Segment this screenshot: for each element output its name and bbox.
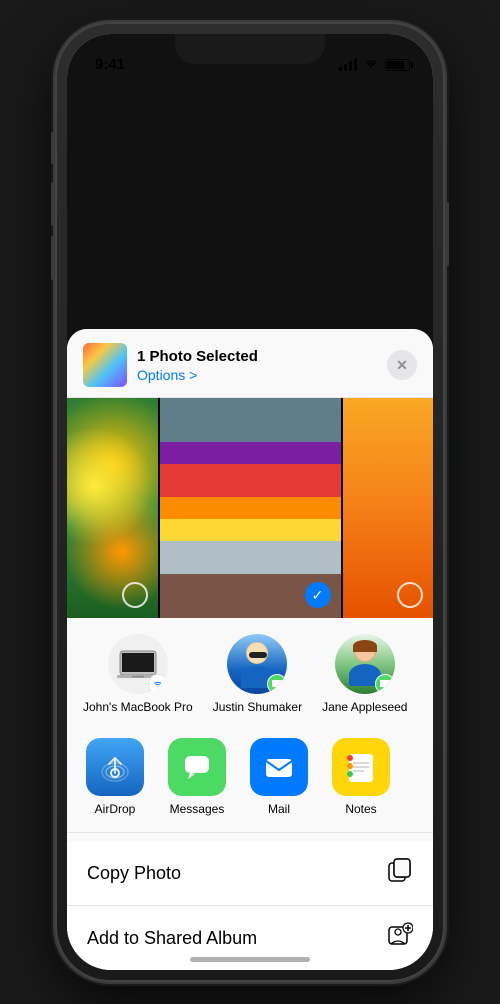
action-rows: Copy Photo Add to Shared Album (67, 841, 433, 970)
phone-frame: 9:41 (55, 22, 445, 982)
contact-macbook-pro[interactable]: John's MacBook Pro (83, 634, 193, 716)
status-icons (339, 57, 413, 72)
shared-album-icon-svg (387, 922, 413, 948)
silent-button[interactable] (51, 132, 55, 164)
messages-label: Messages (170, 802, 225, 816)
wifi-small-icon (152, 679, 164, 689)
photo-gallery: ✓ (67, 398, 433, 618)
airdrop-icon-svg (98, 750, 132, 784)
justin-name: Justin Shumaker (213, 700, 302, 716)
battery-icon (385, 59, 413, 71)
photo-item-flowers[interactable] (67, 398, 158, 618)
phone-screen: 9:41 (67, 34, 433, 970)
copy-photo-row[interactable]: Copy Photo (67, 841, 433, 906)
header-left: 1 Photo Selected Options > (83, 343, 258, 387)
header-title: 1 Photo Selected (137, 348, 258, 365)
app-mail[interactable]: Mail (247, 738, 311, 816)
jane-avatar (335, 634, 395, 694)
jane-message-badge (375, 674, 395, 694)
justin-avatar (227, 634, 287, 694)
app-messages[interactable]: Messages (165, 738, 229, 816)
home-indicator (190, 957, 310, 962)
macbook-avatar (108, 634, 168, 694)
signal-icon (339, 58, 357, 71)
volume-down-button[interactable] (51, 236, 55, 280)
notch (175, 34, 325, 64)
add-shared-album-label: Add to Shared Album (87, 928, 257, 949)
screen-content: 1 Photo Selected Options > ✕ (67, 34, 433, 970)
power-button[interactable] (445, 202, 449, 266)
close-button[interactable]: ✕ (387, 350, 417, 380)
share-sheet: 1 Photo Selected Options > ✕ (67, 329, 433, 970)
photo-strip-container: 1 Photo Selected Options > ✕ (67, 329, 433, 970)
app-notes[interactable]: Notes (329, 738, 393, 816)
contacts-row: John's MacBook Pro (67, 618, 433, 728)
options-link[interactable]: Options > (137, 367, 258, 383)
notes-icon-svg (344, 750, 378, 784)
jane-name: Jane Appleseed (322, 700, 407, 716)
add-shared-album-icon (387, 922, 413, 954)
justin-message-badge (267, 674, 287, 694)
copy-photo-label: Copy Photo (87, 863, 181, 884)
macbook-name: John's MacBook Pro (83, 700, 193, 716)
airdrop-label: AirDrop (95, 802, 136, 816)
select-circle-left[interactable] (122, 582, 148, 608)
airdrop-wifi-badge (148, 674, 168, 694)
volume-up-button[interactable] (51, 182, 55, 226)
sheet-header: 1 Photo Selected Options > ✕ (67, 329, 433, 398)
message-icon-small-2 (379, 679, 391, 689)
message-icon-small (271, 679, 283, 689)
apps-row: AirDrop Messages (67, 728, 433, 833)
wifi-icon (363, 57, 379, 72)
copy-photo-icon (387, 857, 413, 889)
app-airdrop[interactable]: AirDrop (83, 738, 147, 816)
photo-item-yellow[interactable] (343, 398, 434, 618)
selected-photo-thumbnail (83, 343, 127, 387)
select-check-center[interactable]: ✓ (305, 582, 331, 608)
contact-jane[interactable]: Jane Appleseed (322, 634, 407, 716)
photo-item-art[interactable]: ✓ (160, 398, 341, 618)
contact-justin[interactable]: Justin Shumaker (213, 634, 302, 716)
notes-label: Notes (345, 802, 376, 816)
status-time: 9:41 (95, 57, 125, 72)
messages-icon-svg (180, 750, 214, 784)
header-text: 1 Photo Selected Options > (137, 348, 258, 383)
mail-label: Mail (268, 802, 290, 816)
copy-icon-svg (387, 857, 413, 883)
mail-icon-svg (262, 750, 296, 784)
